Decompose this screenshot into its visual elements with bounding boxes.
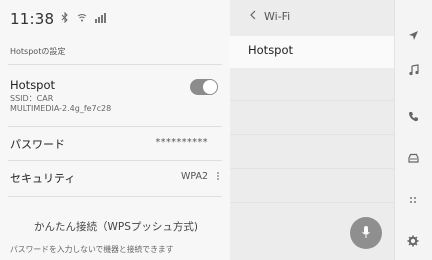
bluetooth-icon (61, 11, 69, 26)
more-vertical-icon (216, 171, 220, 184)
list-item (230, 172, 394, 203)
voice-button[interactable] (350, 217, 382, 249)
list-item (230, 70, 394, 101)
hotspot-ssid: SSID：CAR MULTIMEDIA-2.4g_fe7c28 (10, 94, 111, 114)
password-value: ********** (155, 137, 208, 148)
menu-item-hotspot[interactable]: Hotspot (230, 36, 394, 68)
divider (8, 64, 222, 65)
hotspot-row[interactable]: Hotspot SSID：CAR MULTIMEDIA-2.4g_fe7c28 (10, 78, 222, 124)
section-title: Hotspotの設定 (10, 47, 66, 56)
chevron-left-icon (250, 10, 256, 23)
divider (8, 196, 222, 197)
wifi-signal-icon (76, 13, 88, 26)
back-label: Wi-Fi (264, 10, 291, 23)
password-label: パスワード (10, 138, 65, 151)
music-note-icon[interactable] (394, 60, 432, 80)
microphone-icon (361, 224, 371, 243)
ssid-value: MULTIMEDIA-2.4g_fe7c28 (10, 104, 112, 113)
toggle-knob (203, 80, 217, 94)
phone-icon[interactable] (394, 106, 432, 126)
navigation-icon[interactable] (394, 25, 432, 45)
divider (8, 126, 222, 127)
signal-bars-icon (95, 12, 107, 26)
divider (8, 160, 222, 161)
list-item (230, 104, 394, 135)
ssid-label: SSID：CAR (10, 94, 54, 103)
menu-item-label: Hotspot (248, 43, 294, 57)
security-value: WPA2 (180, 171, 208, 182)
apps-icon[interactable] (394, 190, 432, 210)
settings-gear-icon[interactable] (394, 231, 432, 251)
status-bar: 11:38 (10, 10, 107, 28)
password-row[interactable]: パスワード ********** (10, 134, 222, 154)
security-label: セキュリティ (10, 172, 76, 185)
hotspot-toggle[interactable] (190, 79, 218, 95)
wps-note: パスワードを入力しないで機器と接続できます (10, 245, 174, 254)
security-row[interactable]: セキュリティ WPA2 (10, 168, 222, 188)
car-icon[interactable] (394, 148, 432, 168)
list-item (230, 138, 394, 169)
wps-connect-button[interactable]: かんたん接続（WPSプッシュ方式) (10, 216, 222, 238)
back-button[interactable]: Wi-Fi (250, 10, 290, 23)
hotspot-name: Hotspot (10, 78, 56, 92)
clock: 11:38 (10, 10, 55, 28)
